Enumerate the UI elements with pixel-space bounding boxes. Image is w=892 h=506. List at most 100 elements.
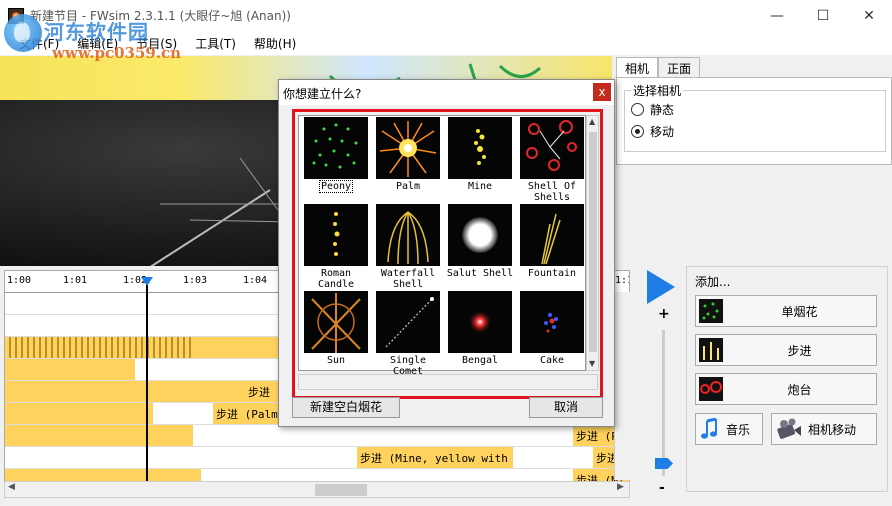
radio-static[interactable]: 静态 xyxy=(631,101,674,118)
add-battery-button[interactable]: 炮台 xyxy=(695,373,877,405)
add-single-firework-button[interactable]: 单烟花 xyxy=(695,295,877,327)
list-scrollbar-thumb[interactable] xyxy=(589,132,597,352)
firework-item-label: Bengal xyxy=(461,355,499,366)
new-firework-dialog: 你想建立什么? x Peony Palm Mine Shell Of Shell… xyxy=(278,79,615,427)
menu-help[interactable]: 帮助(H) xyxy=(245,31,305,55)
timeline-clip-striped[interactable] xyxy=(5,337,195,358)
firework-item-waterfall-shell[interactable]: Waterfall Shell xyxy=(373,204,443,290)
camera-move-label: 相机移动 xyxy=(808,422,857,437)
ruler-tick: 1:03 xyxy=(183,275,208,286)
radio-moving-label: 移动 xyxy=(650,125,675,139)
add-music-button[interactable]: 音乐 xyxy=(695,413,763,445)
tab-front[interactable]: 正面 xyxy=(658,57,701,78)
firework-item-shell-of-shells[interactable]: Shell Of Shells xyxy=(517,117,587,203)
waterfall-firework-icon xyxy=(376,204,440,266)
play-icon[interactable] xyxy=(647,270,675,304)
timeline-clip[interactable] xyxy=(5,381,245,402)
firework-item-salut-shell[interactable]: Salut Shell xyxy=(445,204,515,290)
comet-firework-icon xyxy=(376,291,440,353)
camera-icon xyxy=(776,418,802,440)
watermark-title: 河东软件园 xyxy=(44,20,149,44)
radio-moving[interactable]: 移动 xyxy=(631,123,674,140)
radio-moving-dot[interactable] xyxy=(631,125,644,138)
playhead-marker[interactable] xyxy=(141,277,153,286)
cancel-button[interactable]: 取消 xyxy=(529,397,603,418)
timeline-clip[interactable]: 步进 (Palm, xyxy=(213,403,283,424)
camera-tab-panel: 选择相机 静态 移动 xyxy=(616,77,892,165)
minimize-button[interactable]: — xyxy=(754,0,800,31)
palm-firework-icon xyxy=(376,117,440,179)
firework-item-label: Roman Candle xyxy=(317,268,355,290)
firework-item-label: Peony xyxy=(318,180,354,193)
watermark-logo xyxy=(4,14,42,52)
scrollbar-thumb[interactable] xyxy=(315,484,367,496)
dialog-close-button[interactable]: x xyxy=(593,83,611,101)
timeline-clip[interactable]: 步进 (Mine, yellow with xyxy=(357,447,513,468)
music-label: 音乐 xyxy=(726,422,751,437)
playhead-line[interactable] xyxy=(146,279,148,495)
camera-select-group: 选择相机 静态 移动 xyxy=(624,82,886,152)
scroll-left-icon[interactable]: ◀ xyxy=(8,482,15,492)
ruler-tick: 1:04 xyxy=(243,275,268,286)
firework-item-label: Shell Of Shells xyxy=(527,181,577,203)
firework-item-label: Mine xyxy=(467,181,493,192)
firework-item-label: Sun xyxy=(326,355,346,366)
firework-item-label: Waterfall Shell xyxy=(380,268,436,290)
firework-type-list-highlight: Peony Palm Mine Shell Of Shells Roman Ca… xyxy=(292,109,603,399)
timeline-horizontal-scrollbar[interactable]: ◀ ▶ xyxy=(4,481,630,498)
firework-item-cake[interactable]: Cake xyxy=(517,291,587,377)
add-battery-label: 炮台 xyxy=(787,382,812,397)
timeline-clip[interactable] xyxy=(5,359,135,380)
step-firework-icon xyxy=(699,338,723,362)
firework-item-label: Fountain xyxy=(527,268,577,279)
dialog-title: 你想建立什么? xyxy=(283,87,362,101)
add-single-firework-label: 单烟花 xyxy=(781,304,818,319)
timeline-clip[interactable] xyxy=(5,425,193,446)
fountain-firework-icon xyxy=(520,204,584,266)
scroll-up-icon[interactable]: ▲ xyxy=(589,117,595,126)
sun-firework-icon xyxy=(304,291,368,353)
add-step-button[interactable]: 步进 xyxy=(695,334,877,366)
firework-item-sun[interactable]: Sun xyxy=(301,291,371,377)
zoom-out-icon[interactable]: - xyxy=(659,480,665,496)
radio-static-dot[interactable] xyxy=(631,103,644,116)
firework-item-label: Salut Shell xyxy=(446,268,514,279)
firework-item-roman-candle[interactable]: Roman Candle xyxy=(301,204,371,290)
tab-camera[interactable]: 相机 xyxy=(616,57,659,79)
single-firework-icon xyxy=(699,299,723,323)
firework-item-single-comet[interactable]: Single Comet xyxy=(373,291,443,377)
camera-tabs: 相机 正面 xyxy=(616,57,701,79)
fwsim-window: 新建节目 - FWsim 2.3.1.1 (大眼仔~旭 (Anan)) — ☐ … xyxy=(0,0,892,506)
group-label: 选择相机 xyxy=(631,82,684,99)
timeline-clip[interactable] xyxy=(195,337,283,358)
timeline-clip[interactable] xyxy=(5,403,153,424)
firework-item-fountain[interactable]: Fountain xyxy=(517,204,587,290)
close-button[interactable]: ✕ xyxy=(846,0,892,31)
zoom-slider-track[interactable] xyxy=(662,330,665,476)
zoom-in-icon[interactable]: + xyxy=(658,306,670,322)
radio-static-label: 静态 xyxy=(650,103,675,117)
salut-firework-icon xyxy=(448,204,512,266)
dialog-title-bar: 你想建立什么? x xyxy=(279,80,614,105)
list-horizontal-scrollbar[interactable] xyxy=(298,374,598,390)
ruler-tick: 1:00 xyxy=(7,275,32,286)
firework-type-list: Peony Palm Mine Shell Of Shells Roman Ca… xyxy=(298,115,587,377)
scroll-down-icon[interactable]: ▼ xyxy=(589,359,595,368)
timeline-vertical-scrollbar[interactable] xyxy=(614,292,630,480)
scroll-right-icon[interactable]: ▶ xyxy=(617,482,624,492)
roman-candle-firework-icon xyxy=(304,204,368,266)
add-camera-move-button[interactable]: 相机移动 xyxy=(771,413,877,445)
firework-item-peony[interactable]: Peony xyxy=(301,117,371,203)
maximize-button[interactable]: ☐ xyxy=(800,0,846,31)
menu-tools[interactable]: 工具(T) xyxy=(186,31,245,55)
timeline-track[interactable]: 步进 (Mine, yellow with 步进 xyxy=(5,447,629,469)
watermark-url: www.pc0359.cn xyxy=(52,44,182,62)
firework-item-bengal[interactable]: Bengal xyxy=(445,291,515,377)
firework-item-mine[interactable]: Mine xyxy=(445,117,515,203)
timeline-track[interactable]: 步进 (Pa xyxy=(5,425,629,447)
new-blank-firework-button[interactable]: 新建空白烟花 xyxy=(292,397,400,418)
music-note-icon xyxy=(700,418,720,440)
list-vertical-scrollbar[interactable]: ▲ ▼ xyxy=(586,115,599,371)
firework-item-palm[interactable]: Palm xyxy=(373,117,443,203)
zoom-slider-thumb[interactable] xyxy=(655,458,673,469)
